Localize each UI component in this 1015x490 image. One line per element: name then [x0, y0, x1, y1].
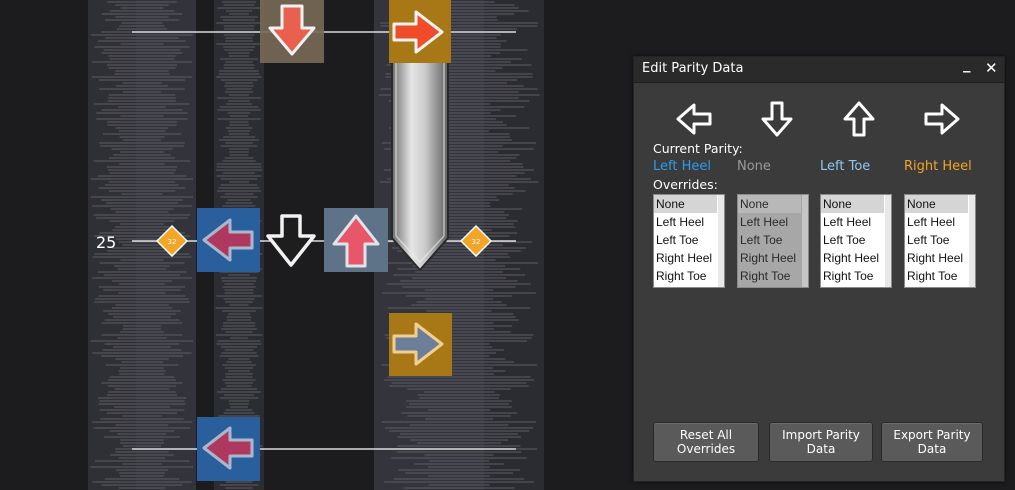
button-line: Import Parity	[782, 428, 860, 442]
arrow-left-icon	[676, 103, 712, 135]
override-option[interactable]: Right Toe	[821, 267, 884, 285]
snap-label: 32	[168, 238, 177, 246]
override-option[interactable]: Right Heel	[738, 249, 801, 267]
override-option[interactable]: None	[738, 195, 801, 213]
hold-note[interactable]	[391, 45, 449, 272]
note-right-top[interactable]	[389, 0, 451, 63]
override-option[interactable]: Right Toe	[654, 267, 717, 285]
override-list-left[interactable]: None Left Heel Left Toe Right Heel Right…	[653, 194, 725, 288]
override-option[interactable]: Right Toe	[738, 267, 801, 285]
snap-label: 32	[472, 238, 481, 246]
note-left-mid[interactable]	[197, 208, 260, 272]
override-option[interactable]: Left Heel	[821, 213, 884, 231]
override-option[interactable]: None	[821, 195, 884, 213]
close-button[interactable]: ✕	[985, 59, 998, 77]
button-line: Export Parity	[893, 428, 971, 442]
note-up-mid[interactable]	[324, 208, 388, 272]
current-parity-down: None	[737, 159, 771, 174]
import-parity-button[interactable]: Import Parity Data	[769, 422, 873, 462]
current-parity-right: Right Heel	[904, 159, 972, 174]
current-parity-label: Current Parity:	[653, 141, 743, 156]
note-down-top[interactable]	[260, 0, 324, 63]
minimize-button[interactable]: _	[963, 55, 971, 73]
override-option[interactable]: None	[905, 195, 968, 213]
button-line: Data	[806, 442, 836, 456]
panel-title: Edit Parity Data	[642, 61, 744, 76]
measure-number: 25	[96, 233, 116, 252]
button-line: Reset All	[679, 428, 733, 442]
override-option[interactable]: Left Toe	[821, 231, 884, 249]
override-option[interactable]: Left Heel	[905, 213, 968, 231]
override-option[interactable]: Left Toe	[654, 231, 717, 249]
override-option[interactable]: Left Heel	[738, 213, 801, 231]
reset-overrides-button[interactable]: Reset All Overrides	[653, 422, 759, 462]
override-option[interactable]: Left Heel	[654, 213, 717, 231]
override-option[interactable]: Left Toe	[905, 231, 968, 249]
override-option[interactable]: Right Toe	[905, 267, 968, 285]
note-right-lower[interactable]	[389, 313, 452, 376]
override-option[interactable]: Right Heel	[905, 249, 968, 267]
note-left-bottom[interactable]	[197, 417, 260, 481]
scrollbar[interactable]	[885, 195, 891, 287]
scrollbar[interactable]	[718, 195, 724, 287]
arrow-right-icon	[924, 103, 960, 135]
current-parity-up: Left Toe	[820, 159, 871, 174]
override-option[interactable]: Right Heel	[821, 249, 884, 267]
panel-titlebar[interactable]: Edit Parity Data _ ✕	[634, 55, 1004, 83]
arrow-up-icon	[843, 101, 875, 137]
scrollbar[interactable]	[802, 195, 808, 287]
note-down-mid[interactable]	[266, 214, 316, 267]
edit-parity-panel: Edit Parity Data _ ✕ Current Parity: Lef…	[633, 55, 1005, 482]
scrollbar[interactable]	[969, 195, 975, 287]
button-line: Data	[917, 442, 947, 456]
overrides-label: Overrides:	[653, 177, 718, 192]
override-list-down[interactable]: None Left Heel Left Toe Right Heel Right…	[737, 194, 809, 288]
override-option[interactable]: Left Toe	[738, 231, 801, 249]
override-option[interactable]: Right Heel	[654, 249, 717, 267]
override-option[interactable]: None	[654, 195, 717, 213]
override-list-right[interactable]: None Left Heel Left Toe Right Heel Right…	[904, 194, 976, 288]
arrow-down-icon	[761, 101, 793, 137]
current-parity-left: Left Heel	[653, 159, 711, 174]
export-parity-button[interactable]: Export Parity Data	[881, 422, 983, 462]
override-list-up[interactable]: None Left Heel Left Toe Right Heel Right…	[820, 194, 892, 288]
button-line: Overrides	[676, 442, 736, 456]
